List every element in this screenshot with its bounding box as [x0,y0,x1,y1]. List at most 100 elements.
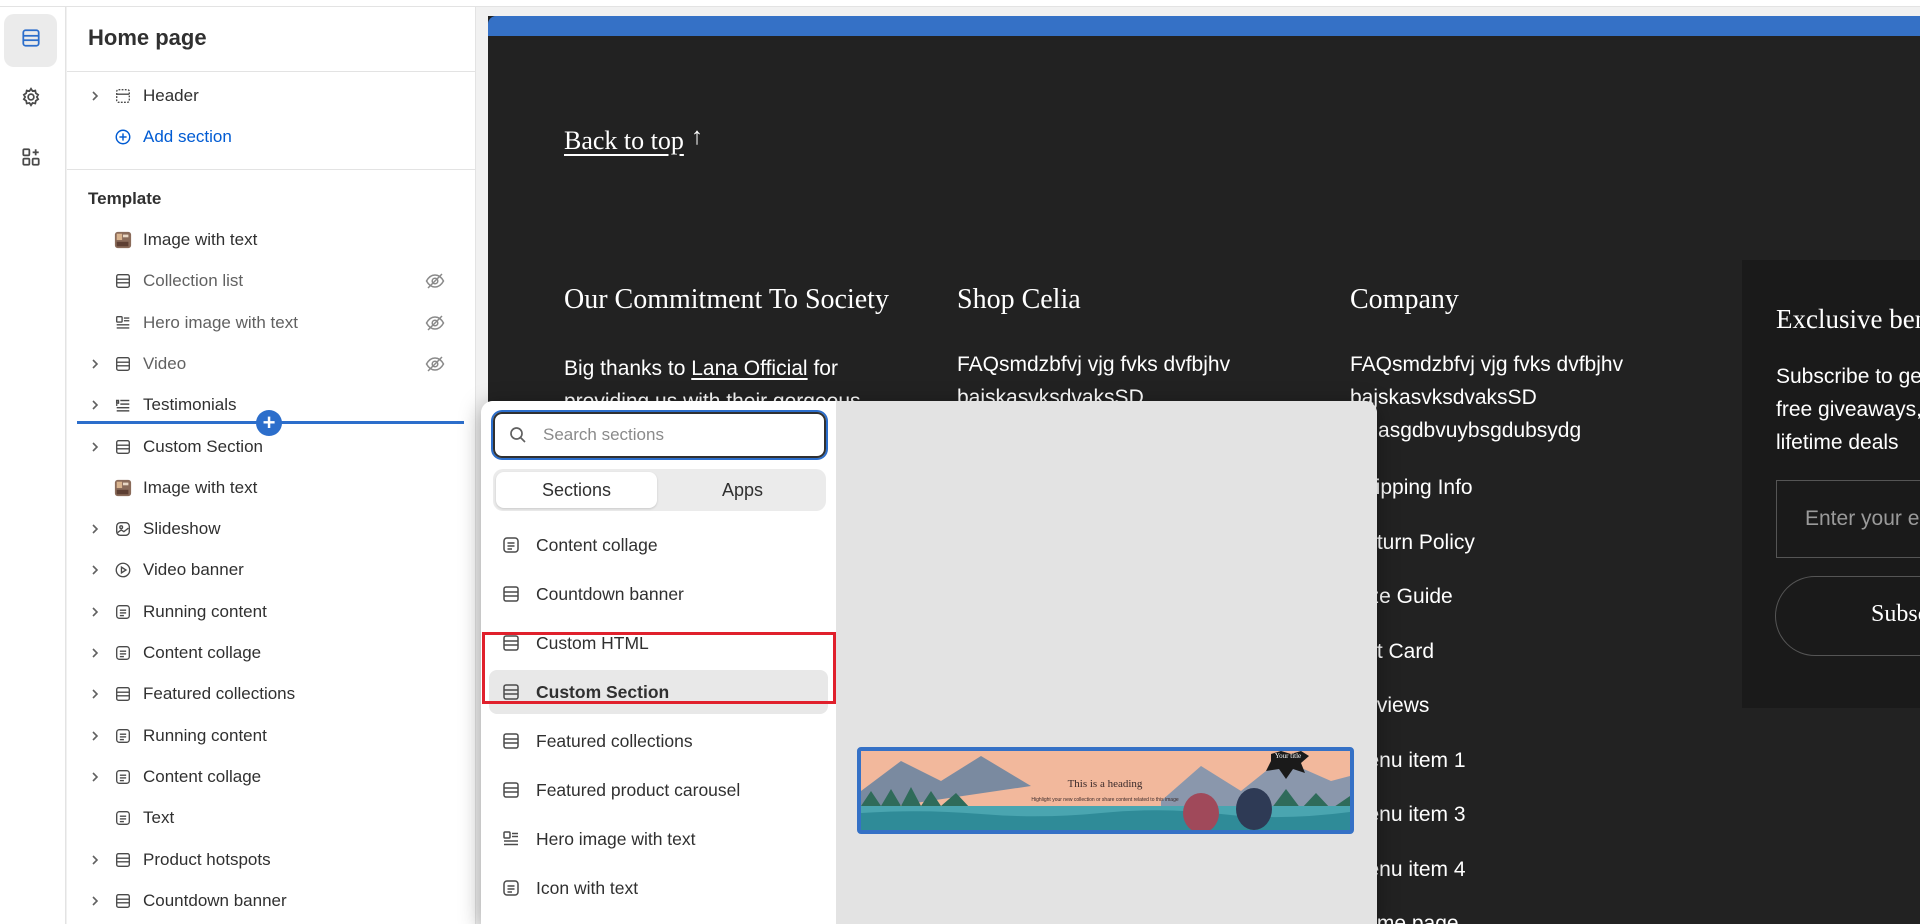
chevron-right-icon[interactable] [88,563,102,577]
newsletter-title: Exclusive benefits [1776,304,1920,334]
hero-icon [501,829,521,849]
chevron-right-icon[interactable] [88,398,102,412]
visibility-hidden-icon[interactable] [424,353,446,375]
apps-rail-button[interactable] [4,133,57,186]
section-option-label: Hero image with text [536,828,696,849]
section-icon [113,891,133,911]
chevron-right-icon[interactable] [88,89,102,103]
section-option[interactable]: Countdown banner [489,572,828,616]
chevron-right-icon[interactable] [88,357,102,371]
sidebar-item-label: Product hotspots [143,849,271,869]
sidebar-section-item[interactable]: Countdown banner [67,881,475,921]
visibility-hidden-icon[interactable] [424,270,446,292]
chevron-right-icon[interactable] [88,687,102,701]
preview-selected-bar [488,16,1920,36]
sidebar-item-label: Text [143,808,175,828]
sidebar-section-item[interactable]: Image with text [67,468,475,508]
landscape-illustration: Your title This is a heading Highlight y… [861,751,1350,830]
sidebar-section-item[interactable]: Content collage [67,757,475,797]
testimonials-icon [113,395,133,415]
sidebar-section-item[interactable]: Product hotspots [67,840,475,880]
sidebar-section-item[interactable]: Content collage [67,633,475,673]
slideshow-icon [113,519,133,539]
section-option[interactable]: Content collage [489,523,828,567]
chevron-right-icon[interactable] [88,770,102,784]
picker-tabs: Sections Apps [493,469,826,511]
settings-rail-button[interactable] [4,73,57,126]
sidebar-section-item[interactable]: Running content [67,716,475,756]
footer-column-text: FAQsmdzbfvj vjg fvks dvfbjhv [1350,353,1624,376]
sections-icon [20,27,42,54]
text-block-icon [113,726,133,746]
sidebar-section-item[interactable]: Video [67,344,475,384]
header-icon [113,86,133,106]
sidebar-section-item[interactable]: Hero image with text [67,303,475,343]
section-option[interactable]: Icon with text [489,866,828,910]
chevron-right-icon[interactable] [88,894,102,908]
section-option-label: Countdown banner [536,583,684,604]
section-icon [113,684,133,704]
preview-heading-text: This is a heading [1068,778,1143,790]
search-field[interactable] [493,412,826,458]
sections-rail-button[interactable] [4,14,57,67]
section-option-label: Icon with text [536,877,639,898]
sidebar-section-item[interactable]: Collection list [67,261,475,301]
newsletter-line: Subscribe to get [1776,365,1920,388]
newsletter-line: free giveaways, [1776,398,1920,421]
newsletter-text: Subscribe to get free giveaways, lifetim… [1776,360,1920,459]
footer-column-title: Company [1350,284,1459,315]
plus-circle-icon [113,127,133,147]
sections-sidebar: Home page Header Add section Template Im… [67,7,476,924]
section-preview-pane [836,401,1377,924]
sidebar-section-item[interactable]: Video banner [67,550,475,590]
sidebar-section-item[interactable]: Running content [67,592,475,632]
search-input[interactable] [543,420,813,450]
footer-column-text: bajskasvksdvaksSD [1350,386,1537,409]
settings-icon [20,86,42,113]
text-block-icon [501,535,521,555]
text-block-icon [113,767,133,787]
chevron-right-icon[interactable] [88,646,102,660]
text-block-icon [501,878,521,898]
section-option[interactable]: Featured product carousel [489,768,828,812]
preview-badge-text: Your title [1275,752,1301,760]
visibility-hidden-icon[interactable] [424,312,446,334]
sidebar-item-header[interactable]: Header [67,76,475,116]
sidebar-section-item[interactable]: Featured collections [67,674,475,714]
section-option[interactable]: Featured collections [489,719,828,763]
sidebar-item-label: Testimonials [143,395,237,415]
section-option[interactable]: Image with text columns [489,915,828,924]
chevron-right-icon[interactable] [88,440,102,454]
sidebar-item-label: Countdown banner [143,890,287,910]
chevron-right-icon[interactable] [88,522,102,536]
apps-icon [20,146,42,173]
section-preview-image: Your title This is a heading Highlight y… [857,747,1354,834]
lana-official-link[interactable]: Lana Official [691,357,807,380]
sidebar-section-item[interactable]: Slideshow [67,509,475,549]
insert-section-plus-button[interactable]: + [256,410,282,436]
footer-column-text: FAQsmdzbfvj vjg fvks dvfbjhv [957,353,1231,376]
footer-column-text: fsgasgdbvuybsgdubsydg [1350,419,1582,442]
selection-highlight [482,632,836,704]
back-to-top-link[interactable]: Back to top [564,126,684,156]
newsletter-email-input[interactable]: Enter your email [1776,480,1920,558]
divider [67,71,475,72]
section-option[interactable]: Hero image with text [489,817,828,861]
play-icon [113,560,133,580]
sidebar-section-item[interactable]: Text [67,798,475,838]
sidebar-item-label: Image with text [143,230,258,249]
subscribe-button[interactable]: Subscribe [1775,576,1920,656]
section-option-label: Featured collections [536,730,693,751]
sidebar-section-item[interactable]: Image with text [67,220,475,260]
tab-apps[interactable]: Apps [662,472,823,508]
text-block-icon [113,643,133,663]
sidebar-item-label: Content collage [143,643,262,662]
chevron-right-icon[interactable] [88,729,102,743]
tab-sections[interactable]: Sections [496,472,657,508]
chevron-right-icon[interactable] [88,605,102,619]
add-section-button[interactable]: Add section [67,117,475,157]
section-icon [113,354,133,374]
sidebar-item-label: Hero image with text [143,312,298,332]
arrow-up-icon: ↑ [691,124,703,150]
chevron-right-icon[interactable] [88,853,102,867]
